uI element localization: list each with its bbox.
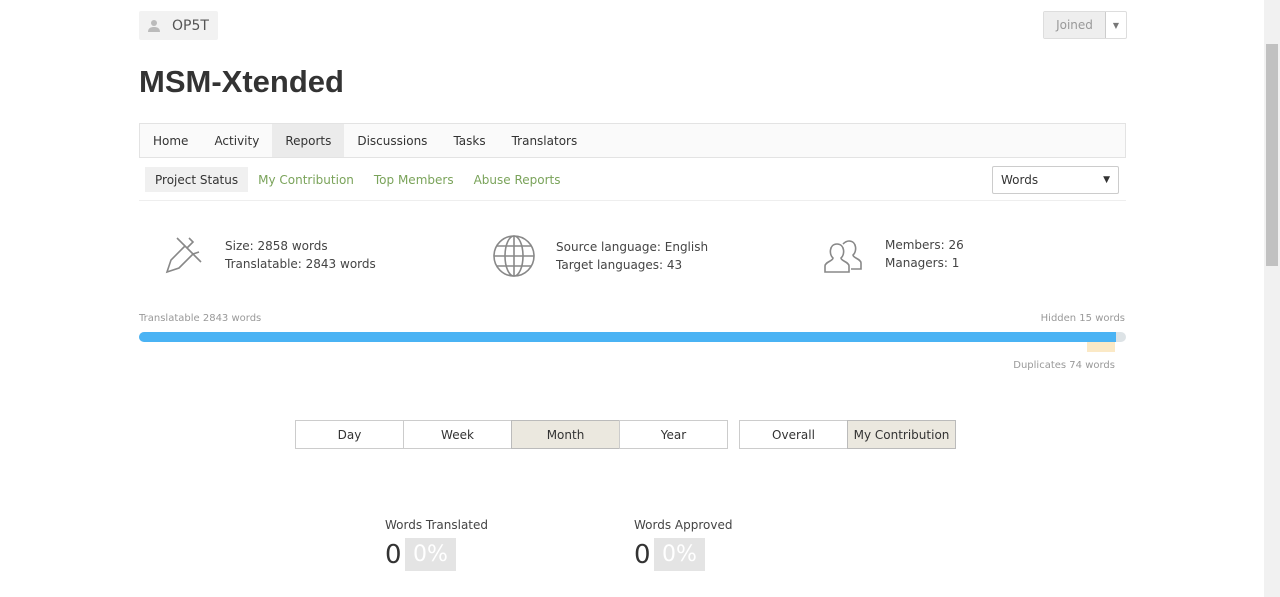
user-icon <box>148 20 160 32</box>
members-count: Members: 26 <box>885 238 964 252</box>
user-name: OP5T <box>172 17 209 34</box>
period-button-year[interactable]: Year <box>619 420 728 449</box>
words-approved: Words Approved 0 0% <box>634 518 732 571</box>
tab-tasks[interactable]: Tasks <box>440 124 498 157</box>
translatable-text: Translatable: 2843 words <box>225 257 376 271</box>
main-nav: Home Activity Reports Discussions Tasks Trans… <box>139 123 1126 158</box>
language-stat: Source language: English Target languages… <box>492 234 708 278</box>
period-button-day[interactable]: Day <box>295 420 404 449</box>
duplicates-bar <box>1087 342 1115 352</box>
counter-label: Words Translated <box>385 518 489 532</box>
target-languages: Target languages: 43 <box>556 258 683 272</box>
hidden-label: Hidden 15 words <box>1040 313 1125 324</box>
progress-fill <box>139 332 1117 342</box>
unit-select[interactable]: Words ▼ <box>992 166 1119 194</box>
subtab-project-status[interactable]: Project Status <box>145 167 249 192</box>
members-stat: Members: 26 Managers: 1 <box>821 234 964 274</box>
managers-count: Managers: 1 <box>885 256 960 270</box>
divider <box>139 200 1126 201</box>
joined-button[interactable]: Joined <box>1044 12 1105 38</box>
period-button-week[interactable]: Week <box>403 420 512 449</box>
subtab-my-contribution[interactable]: My Contribution <box>248 167 364 192</box>
period-button-month[interactable]: Month <box>511 420 620 449</box>
duplicates-label: Duplicates 74 words <box>1013 360 1115 371</box>
tab-activity[interactable]: Activity <box>201 124 272 157</box>
scope-button-my-contribution[interactable]: My Contribution <box>847 420 956 449</box>
tab-discussions[interactable]: Discussions <box>344 124 440 157</box>
scrollbar-thumb[interactable] <box>1266 44 1278 266</box>
unit-select-value: Words <box>1001 173 1039 187</box>
words-translated: Words Translated 0 0% <box>385 518 488 571</box>
counter-label: Words Approved <box>634 518 733 532</box>
period-buttons: Day Week Month Year <box>295 420 728 449</box>
chevron-down-icon: ▼ <box>1103 175 1110 185</box>
scope-button-overall[interactable]: Overall <box>739 420 848 449</box>
subtab-top-members[interactable]: Top Members <box>364 167 464 192</box>
size-stat: Size: 2858 words Translatable: 2843 words <box>163 234 376 276</box>
tab-reports[interactable]: Reports <box>272 124 345 157</box>
subtab-abuse-reports[interactable]: Abuse Reports <box>464 167 571 192</box>
joined-dropdown-toggle[interactable]: ▼ <box>1105 12 1126 38</box>
sub-nav: Project Status My Contribution Top Members… <box>145 167 571 192</box>
source-language: Source language: English <box>556 240 709 254</box>
counter-value: 0 <box>634 539 651 570</box>
translatable-label: Translatable 2843 words <box>139 313 262 324</box>
counter-value: 0 <box>385 539 402 570</box>
user-badge[interactable]: OP5T <box>139 11 218 40</box>
progress-bar <box>139 332 1126 342</box>
scope-buttons: Overall My Contribution <box>739 420 956 449</box>
tab-translators[interactable]: Translators <box>499 124 591 157</box>
page-title: MSM-Xtended <box>139 64 344 99</box>
counter-percent: 0% <box>405 538 456 571</box>
tab-home[interactable]: Home <box>140 124 201 157</box>
size-text: Size: 2858 words <box>225 239 328 253</box>
counter-percent: 0% <box>654 538 705 571</box>
joined-button-group: Joined ▼ <box>1043 11 1127 39</box>
caliper-icon <box>165 237 202 274</box>
globe-icon <box>493 235 535 277</box>
members-icon <box>824 240 862 273</box>
